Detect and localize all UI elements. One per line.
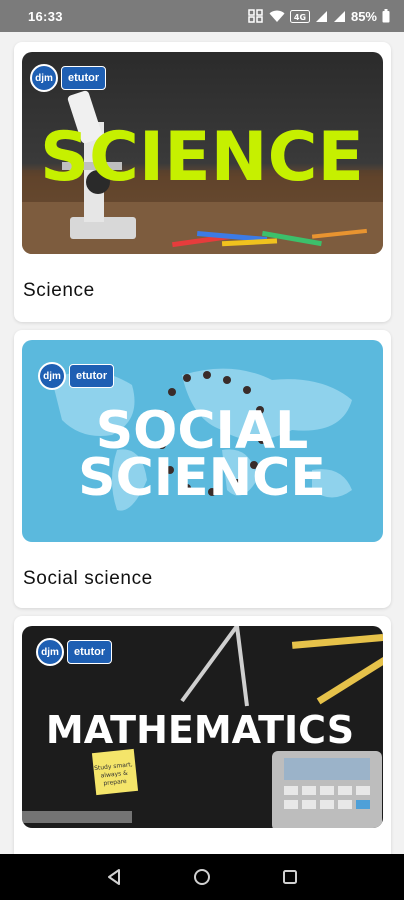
etutor-logo: etutor [61,66,107,90]
brand-badge: djm etutor [38,362,115,390]
subject-card-mathematics[interactable]: Study smart, always & prepare MATHEMATIC… [14,616,391,854]
pencil-illustration [291,633,383,649]
signal-icon [333,10,346,23]
subject-card-science[interactable]: SCIENCE djm etutor Science [14,42,391,322]
brand-badge: djm etutor [36,638,113,666]
volte-icon: 4G [289,9,310,23]
math-banner-text: MATHEMATICS [46,708,354,752]
social-science-banner[interactable]: SOCIAL SCIENCE djm etutor [22,340,383,542]
grid-icon [248,9,264,23]
brand-badge: djm etutor [30,64,107,92]
recents-icon[interactable] [275,862,305,892]
subject-card-social-science[interactable]: SOCIAL SCIENCE djm etutor Social science [14,330,391,608]
calculator-illustration [272,751,382,828]
etutor-logo: etutor [67,640,113,664]
djm-logo: djm [30,64,58,92]
wifi-icon [269,10,285,23]
sticky-note: Study smart, always & prepare [91,748,139,796]
social-banner-line2: SCIENCE [78,448,326,508]
battery-percent: 85% [350,8,377,24]
signal-icon [315,10,328,23]
compass-illustration [180,626,249,707]
battery-icon [382,9,390,23]
navigation-bar [0,854,404,900]
home-icon[interactable] [187,862,217,892]
subject-title: Science [23,280,95,301]
subject-title: Social science [23,568,153,589]
etutor-logo: etutor [69,364,115,388]
djm-logo: djm [38,362,66,390]
ruler-illustration [22,811,132,823]
status-icons: 4G 85% [248,9,390,24]
status-time: 16:33 [28,8,63,24]
subject-list: SCIENCE djm etutor Science SOCIAL SCIENC… [0,32,404,854]
svg-text:4G: 4G [294,13,306,22]
status-bar: 16:33 4G 85% [0,0,404,32]
djm-logo: djm [36,638,64,666]
back-icon[interactable] [99,862,129,892]
mathematics-banner[interactable]: Study smart, always & prepare MATHEMATIC… [22,626,383,828]
science-banner-text: SCIENCE [40,118,364,197]
science-banner[interactable]: SCIENCE djm etutor [22,52,383,254]
